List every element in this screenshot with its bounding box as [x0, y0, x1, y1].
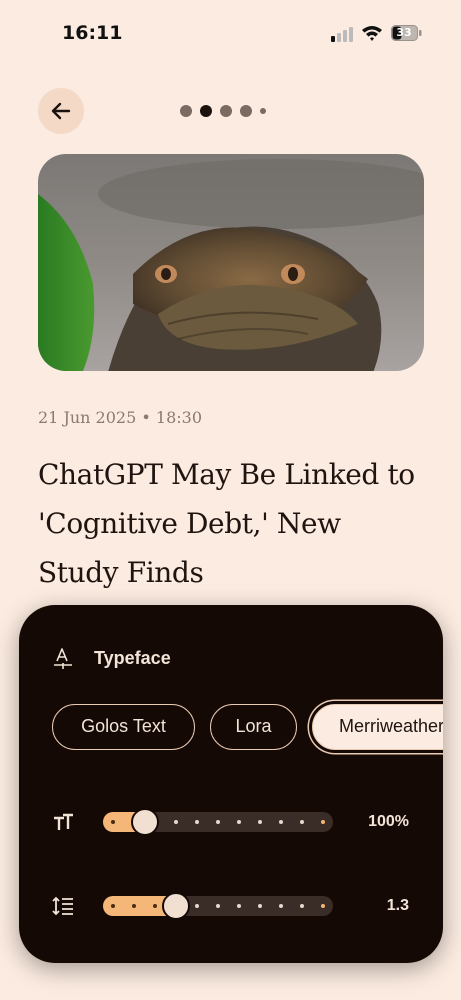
slider-tick: [258, 820, 262, 824]
slider-tick: [195, 820, 199, 824]
article-meta: 21 Jun 2025 • 18:30: [38, 408, 202, 427]
crocodile-image: [38, 154, 424, 371]
slider-thumb[interactable]: [130, 808, 159, 836]
reader-settings-sheet: Typeface Golos Text Lora Merriweather 10…: [19, 605, 443, 963]
text-size-icon: [54, 813, 73, 830]
slider-tick: [174, 820, 178, 824]
status-bar: 16:11 33: [0, 0, 461, 70]
cellular-signal-icon: [331, 27, 353, 42]
slider-tick: [321, 904, 325, 908]
typeface-icon: [54, 648, 72, 669]
slider-tick: [153, 904, 157, 908]
slider-tick: [216, 820, 220, 824]
slider-tick: [237, 904, 241, 908]
wifi-icon: [362, 26, 382, 41]
typeface-heading: Typeface: [94, 648, 171, 668]
line-height-slider[interactable]: [103, 892, 333, 920]
back-button[interactable]: [38, 88, 84, 134]
slider-tick: [111, 904, 115, 908]
slider-tick: [300, 904, 304, 908]
font-size-slider[interactable]: [103, 808, 333, 836]
slider-tick: [300, 820, 304, 824]
slider-tick: [279, 904, 283, 908]
slider-tick: [279, 820, 283, 824]
status-time: 16:11: [62, 22, 123, 44]
page-indicator: [180, 104, 266, 118]
line-height-value: 1.3: [386, 897, 409, 914]
page-dot[interactable]: [220, 105, 232, 117]
page-dot[interactable]: [180, 105, 192, 117]
page-dot[interactable]: [240, 105, 252, 117]
arrow-left-icon: [51, 102, 71, 120]
slider-thumb[interactable]: [162, 892, 190, 920]
slider-tick: [195, 904, 199, 908]
slider-tick: [258, 904, 262, 908]
battery-level: 33: [396, 26, 412, 39]
slider-tick: [216, 904, 220, 908]
article-title: ChatGPT May Be Linked to 'Cognitive Debt…: [38, 458, 415, 589]
font-size-value: 100%: [368, 813, 409, 830]
page-dot[interactable]: [260, 108, 266, 114]
slider-tick: [237, 820, 241, 824]
line-height-icon: [52, 896, 73, 916]
font-chip-lora[interactable]: Lora: [210, 704, 297, 750]
font-chip-golos-text[interactable]: Golos Text: [52, 704, 195, 750]
slider-tick: [321, 820, 325, 824]
article-image: [38, 154, 424, 371]
font-chip-merriweather[interactable]: Merriweather: [312, 704, 443, 750]
page-dot-active[interactable]: [200, 105, 212, 117]
slider-tick: [132, 904, 136, 908]
slider-tick: [111, 820, 115, 824]
